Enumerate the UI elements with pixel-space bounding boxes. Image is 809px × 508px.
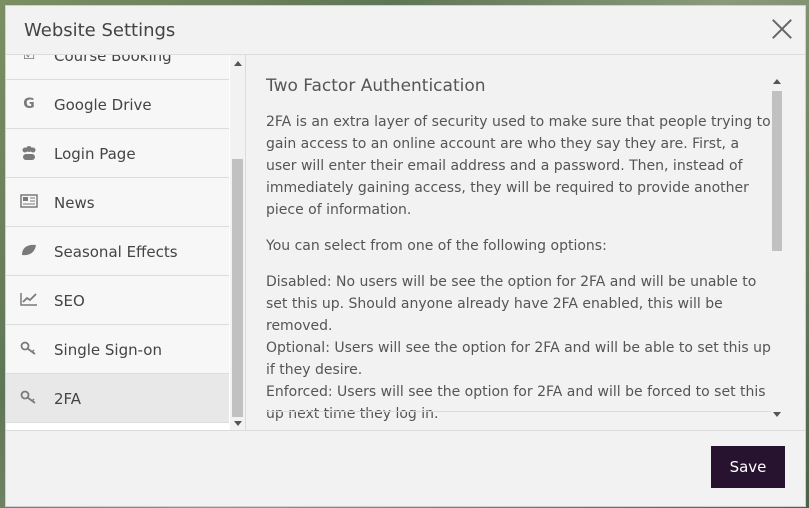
leaf-icon: [20, 243, 38, 259]
sidebar-item-label: 2FA: [54, 390, 82, 408]
close-icon[interactable]: [769, 16, 795, 42]
scroll-down-icon[interactable]: [773, 412, 781, 417]
key-icon: [20, 341, 38, 357]
sidebar-item-label: SEO: [54, 292, 85, 310]
scrollbar-thumb[interactable]: [772, 91, 782, 251]
sidebar-item-login-page[interactable]: Login Page: [6, 129, 229, 178]
sidebar-item-label: Seasonal Effects: [54, 243, 178, 261]
sidebar-item-google-drive[interactable]: G Google Drive: [6, 80, 229, 129]
sidebar-item-label: Login Page: [54, 145, 136, 163]
sidebar-item-label: News: [54, 194, 95, 212]
users-icon: [20, 145, 38, 161]
sidebar-item-label: Google Drive: [54, 96, 152, 114]
section-title: Two Factor Authentication: [266, 76, 486, 96]
scroll-up-icon[interactable]: [773, 79, 781, 84]
dialog-title: Website Settings: [24, 20, 176, 41]
sidebar-scrollbar[interactable]: [230, 55, 245, 432]
scroll-up-icon[interactable]: [234, 61, 242, 66]
scroll-down-icon[interactable]: [234, 421, 242, 426]
settings-sidebar: ☑ Course Booking G Google Drive Login Pa…: [6, 55, 246, 432]
option-enforced-text: Enforced: Users will see the option for …: [266, 384, 766, 422]
checkbox-icon: ☑: [22, 55, 36, 63]
save-button[interactable]: Save: [711, 446, 785, 488]
dialog-footer: Save: [6, 430, 805, 506]
newspaper-icon: [20, 194, 38, 210]
content-scrollbar[interactable]: [770, 75, 785, 417]
option-optional-text: Optional: Users will see the option for …: [266, 340, 771, 378]
divider: [266, 411, 771, 412]
sidebar-item-news[interactable]: News: [6, 178, 229, 227]
sidebar-item-label: Single Sign-on: [54, 341, 162, 359]
scrollbar-thumb[interactable]: [232, 159, 243, 417]
chart-line-icon: [20, 292, 38, 308]
intro-text: 2FA is an extra layer of security used t…: [266, 114, 771, 218]
sidebar-item-course-booking[interactable]: ☑ Course Booking: [6, 55, 229, 80]
sidebar-item-label: Course Booking: [54, 55, 172, 65]
sidebar-item-seo[interactable]: SEO: [6, 276, 229, 325]
option-disabled-text: Disabled: No users will be see the optio…: [266, 274, 757, 334]
settings-content: Two Factor Authentication 2FA is an extr…: [246, 55, 805, 432]
google-icon: G: [23, 96, 35, 112]
settings-dialog: Website Settings ☑ Course Booking G Goog…: [5, 5, 806, 507]
key-icon: [20, 390, 38, 406]
sidebar-item-single-sign-on[interactable]: Single Sign-on: [6, 325, 229, 374]
sidebar-item-2fa[interactable]: 2FA: [6, 374, 229, 423]
dialog-header: Website Settings: [6, 6, 805, 55]
sidebar-item-seasonal-effects[interactable]: Seasonal Effects: [6, 227, 229, 276]
select-text: You can select from one of the following…: [266, 238, 607, 254]
